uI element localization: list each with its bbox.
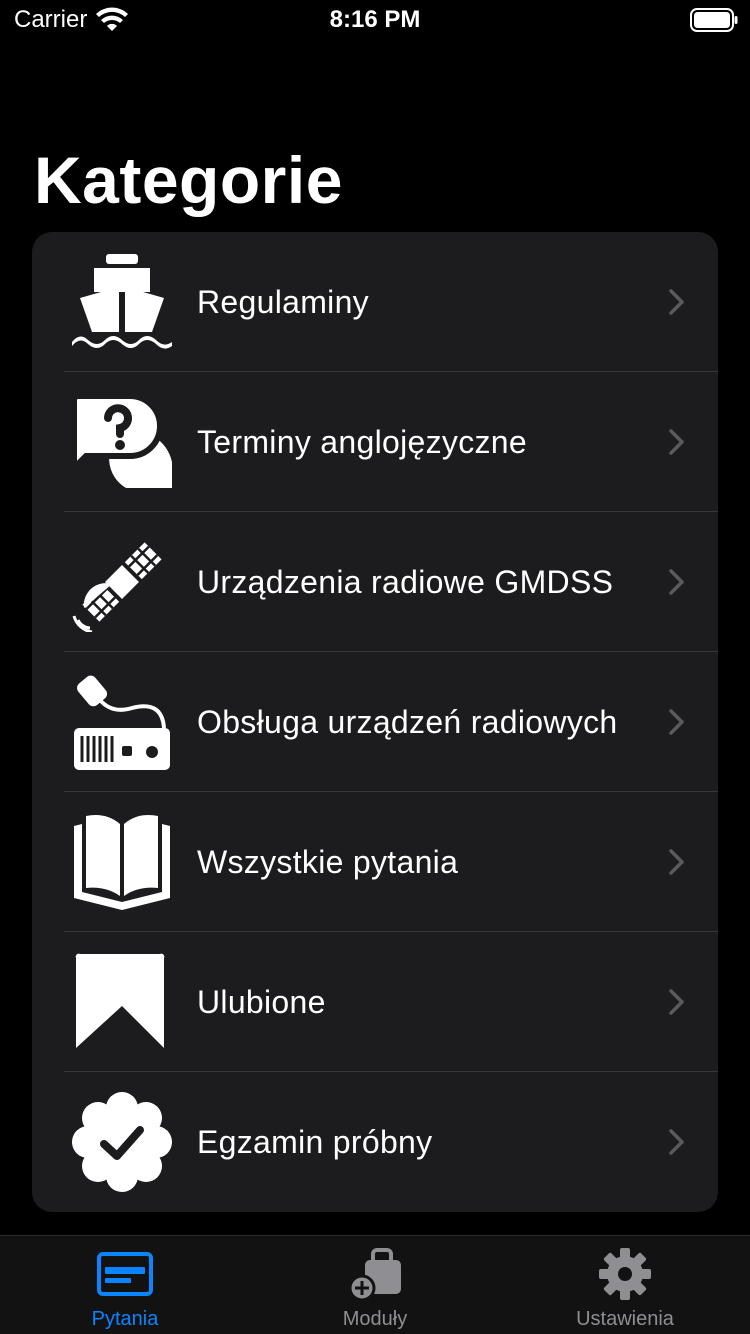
chevron-right-icon (669, 1129, 684, 1155)
tab-ustawienia[interactable]: Ustawienia (500, 1236, 750, 1334)
satellite-icon (72, 542, 162, 632)
battery-icon (690, 8, 738, 32)
chevron-right-icon (669, 709, 684, 735)
bookmark-icon (75, 953, 165, 1048)
tab-label: Moduły (342, 1308, 408, 1330)
tab-moduly[interactable]: Moduły (250, 1236, 500, 1334)
status-time: 8:16 PM (329, 6, 421, 33)
chevron-right-icon (669, 849, 684, 875)
category-label: Regulaminy (197, 284, 369, 320)
category-row-obsluga[interactable]: Obsługa urządzeń radiowych (32, 652, 718, 792)
category-label: Urządzenia radiowe GMDSS (197, 564, 614, 600)
category-label: Ulubione (197, 984, 326, 1020)
gear-icon (599, 1248, 651, 1300)
category-row-ulubione[interactable]: Ulubione (32, 932, 718, 1072)
tab-bar: Pytania Moduły Ustawienia (0, 1235, 750, 1334)
chevron-right-icon (669, 429, 684, 455)
category-list: Regulaminy Terminy anglojęzyczne Urządze… (32, 232, 718, 1212)
chevron-right-icon (669, 289, 684, 315)
chevron-right-icon (669, 989, 684, 1015)
screen: Carrier 8:16 PM Kategorie Regulaminy Ter… (0, 0, 750, 1334)
category-row-regulaminy[interactable]: Regulaminy (32, 232, 718, 372)
category-row-egzamin[interactable]: Egzamin próbny (32, 1072, 718, 1212)
tab-pytania[interactable]: Pytania (0, 1236, 250, 1334)
category-label: Wszystkie pytania (197, 844, 459, 880)
book-icon (74, 815, 170, 910)
question-bubble-icon (72, 393, 172, 488)
radio-icon (74, 675, 170, 770)
category-row-gmdss[interactable]: Urządzenia radiowe GMDSS (32, 512, 718, 652)
tab-label: Pytania (91, 1308, 159, 1330)
category-label: Terminy anglojęzyczne (197, 424, 528, 460)
page-title: Kategorie (34, 143, 343, 217)
category-label: Egzamin próbny (197, 1124, 433, 1160)
badge-check-icon (72, 1092, 172, 1192)
tab-label: Ustawienia (576, 1308, 674, 1330)
questions-tab-icon (97, 1252, 153, 1296)
category-row-wszystkie[interactable]: Wszystkie pytania (32, 792, 718, 932)
modules-tab-icon (348, 1248, 401, 1300)
chevron-right-icon (669, 569, 684, 595)
category-row-terminy[interactable]: Terminy anglojęzyczne (32, 372, 718, 512)
category-label: Obsługa urządzeń radiowych (197, 704, 618, 740)
status-bar: Carrier 8:16 PM (0, 0, 750, 40)
ship-icon (72, 254, 172, 349)
